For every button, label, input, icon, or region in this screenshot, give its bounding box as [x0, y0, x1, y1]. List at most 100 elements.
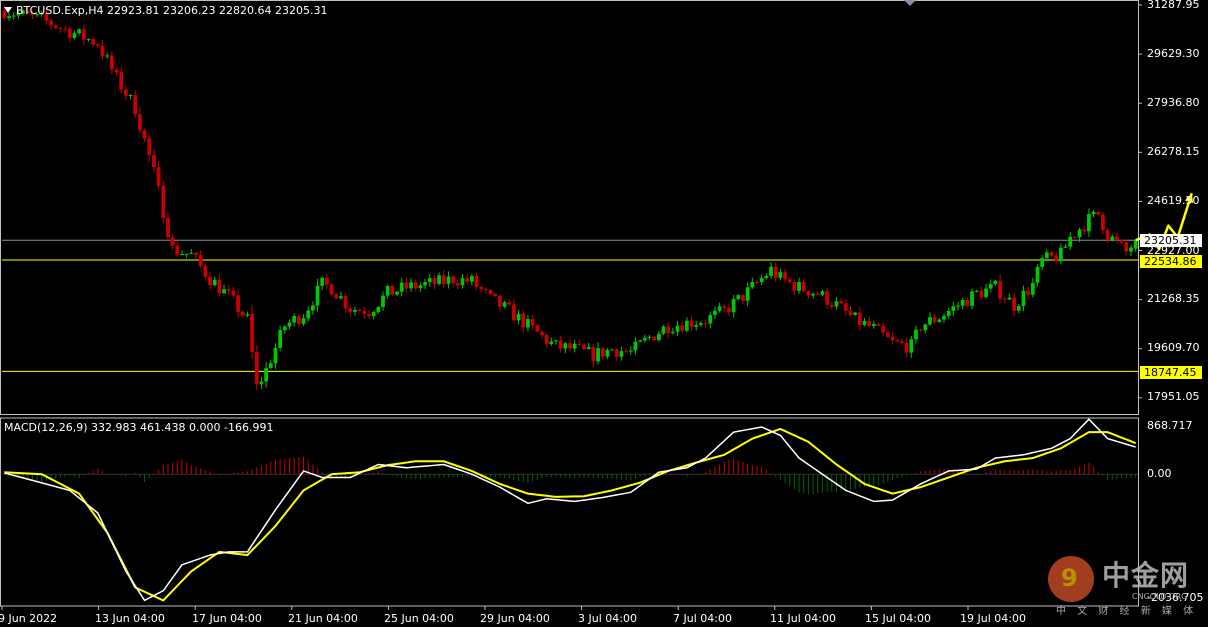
- bear-candle: [329, 284, 334, 295]
- bull-candle: [638, 340, 642, 342]
- bear-candle: [727, 307, 731, 313]
- bear-candle: [67, 28, 72, 38]
- bull-candle: [77, 29, 82, 34]
- bear-candle: [170, 237, 175, 246]
- bear-candle: [1073, 236, 1077, 238]
- bull-candle: [1110, 236, 1115, 241]
- bull-candle: [717, 306, 722, 311]
- bear-candle: [138, 114, 142, 131]
- bull-candle: [1063, 246, 1068, 248]
- bear-candle: [1054, 255, 1059, 262]
- shift-marker-icon: [904, 0, 916, 6]
- symbol-header: BTCUSD.Exp,H4 22923.81 23206.23 22820.64…: [4, 4, 327, 17]
- bear-candle: [1101, 214, 1105, 231]
- bull-candle: [670, 331, 675, 334]
- bull-candle: [960, 299, 965, 306]
- bear-candle: [114, 69, 119, 73]
- bear-candle: [348, 308, 353, 312]
- bear-candle: [488, 290, 493, 294]
- bear-candle: [521, 313, 526, 328]
- bull-candle: [956, 305, 960, 307]
- bull-candle: [820, 291, 825, 295]
- bear-candle: [198, 255, 203, 266]
- time-axis-label: 15 Jul 04:00: [865, 612, 931, 625]
- bear-candle: [119, 72, 124, 90]
- bear-candle: [432, 278, 437, 284]
- bull-candle: [563, 343, 568, 349]
- bear-candle: [81, 29, 86, 40]
- bear-candle: [535, 325, 540, 332]
- bull-candle: [713, 310, 717, 315]
- bear-candle: [208, 276, 212, 286]
- bull-candle: [1058, 247, 1063, 262]
- bear-candle: [652, 336, 657, 341]
- bull-candle: [526, 319, 530, 328]
- bear-candle: [876, 324, 881, 326]
- time-axis-label: 9 Jun 2022: [0, 612, 58, 625]
- level-tag: 22534.86: [1140, 255, 1202, 268]
- bear-candle: [1115, 236, 1119, 241]
- bull-candle: [572, 343, 577, 349]
- bull-candle: [554, 340, 558, 342]
- bear-candle: [918, 329, 923, 331]
- macd-axis-label: 0.00: [1147, 467, 1172, 480]
- bull-candle: [685, 320, 689, 331]
- bear-candle: [886, 332, 890, 337]
- bull-candle: [605, 349, 610, 357]
- bull-candle: [128, 95, 133, 97]
- bull-candle: [320, 277, 325, 286]
- bear-candle: [226, 289, 231, 291]
- bull-candle: [914, 329, 918, 340]
- bear-candle: [451, 276, 455, 283]
- bear-candle: [783, 272, 787, 280]
- bear-candle: [979, 290, 984, 298]
- time-axis-label: 21 Jun 04:00: [288, 612, 358, 625]
- bull-candle: [409, 282, 413, 289]
- watermark-domain: CNGOLD.ORG: [1132, 592, 1188, 601]
- bear-candle: [680, 325, 685, 331]
- bear-candle: [815, 293, 820, 295]
- bear-candle: [904, 342, 909, 353]
- time-axis-label: 7 Jul 04:00: [673, 612, 732, 625]
- bear-candle: [806, 291, 811, 296]
- bear-candle: [568, 343, 572, 349]
- bear-candle: [1002, 298, 1007, 300]
- bull-candle: [708, 314, 713, 324]
- bull-candle: [1016, 306, 1021, 311]
- bull-candle: [769, 266, 773, 276]
- bear-candle: [49, 20, 53, 26]
- bull-candle: [268, 363, 273, 368]
- macd-header: MACD(12,26,9) 332.983 461.438 0.000 -166…: [4, 421, 274, 434]
- bull-candle: [764, 275, 769, 279]
- bull-candle: [1133, 240, 1138, 249]
- bear-candle: [390, 286, 395, 295]
- price-axis-label: 19609.70: [1147, 341, 1200, 354]
- bull-candle: [1044, 252, 1049, 259]
- bear-candle: [479, 286, 484, 290]
- bear-candle: [250, 314, 254, 352]
- bull-candle: [909, 339, 914, 353]
- bull-candle: [759, 278, 764, 283]
- bear-candle: [722, 306, 727, 308]
- bear-candle: [591, 347, 596, 362]
- bull-candle: [937, 319, 942, 322]
- bear-candle: [147, 138, 152, 156]
- bear-candle: [498, 295, 502, 307]
- time-axis-label: 19 Jul 04:00: [960, 612, 1026, 625]
- bear-candle: [998, 280, 1002, 299]
- bull-candle: [1021, 290, 1026, 307]
- time-axis-label: 17 Jun 04:00: [192, 612, 262, 625]
- bull-candle: [105, 55, 110, 57]
- bull-candle: [399, 282, 404, 292]
- bull-candle: [395, 291, 399, 295]
- bull-candle: [1091, 211, 1096, 215]
- bull-candle: [376, 307, 381, 313]
- bull-candle: [516, 313, 521, 321]
- dropdown-icon[interactable]: [4, 7, 12, 13]
- bear-candle: [53, 25, 58, 29]
- bear-candle: [755, 282, 759, 284]
- chart-canvas[interactable]: [0, 0, 1208, 627]
- bear-candle: [582, 344, 586, 349]
- bear-candle: [343, 296, 348, 309]
- current-price-tag: 23205.31: [1140, 234, 1202, 247]
